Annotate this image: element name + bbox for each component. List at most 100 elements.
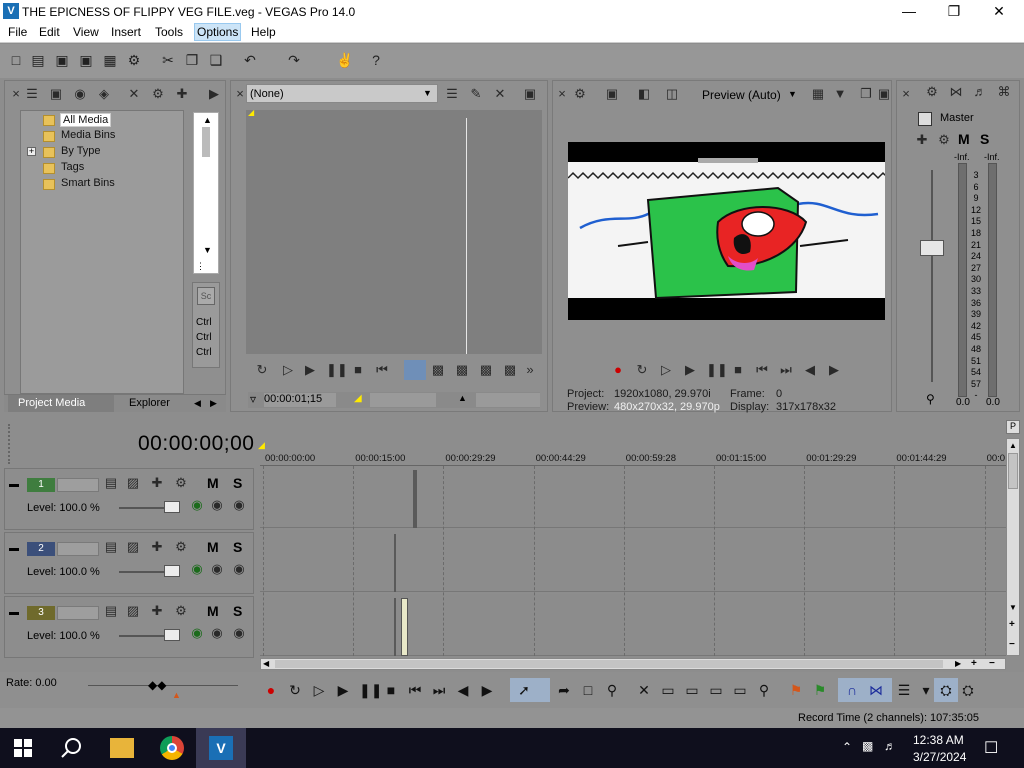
event-edge[interactable] [413, 470, 417, 528]
tray-expand-icon[interactable]: ⌃ [842, 740, 852, 754]
envelope-tool-icon[interactable]: ➦ [556, 682, 572, 698]
composite-mode-icon[interactable]: ◉ [189, 625, 205, 641]
pause-icon[interactable]: ❚❚ [706, 362, 728, 378]
media-fx-icon[interactable]: ✚ [174, 86, 190, 102]
open-icon[interactable]: ▤ [30, 52, 46, 68]
preview-video[interactable] [567, 142, 959, 320]
downmix-icon[interactable]: ⋈ [948, 84, 964, 100]
expand-by-type-icon[interactable]: + [27, 147, 36, 156]
track-motion-icon[interactable]: ▤ [103, 539, 119, 555]
auto-crossfade-icon[interactable]: ⋈ [868, 682, 884, 698]
h-zoom-out-icon[interactable]: − [989, 658, 995, 669]
tab-next-icon[interactable]: ▶ [210, 398, 217, 409]
trim-tool-icon[interactable]: ▩ [478, 362, 494, 378]
trim-start-icon[interactable]: ▭ [684, 682, 700, 698]
chevron-down-icon[interactable]: ▼ [832, 86, 848, 102]
composite-mode-icon[interactable]: ◉ [189, 497, 205, 513]
clock-time[interactable]: 12:38 AM [913, 733, 964, 747]
trimmer-media-select[interactable]: (None) ▼ [246, 84, 438, 103]
play-icon[interactable]: ▶ [682, 362, 698, 378]
zoom-in-icon[interactable]: + [1009, 619, 1015, 630]
redo-icon[interactable]: ↷ [286, 52, 302, 68]
lock-envelopes-icon[interactable]: ⛭ [938, 682, 954, 698]
track-compositing-icon[interactable]: ✚ [149, 539, 165, 555]
track-collapse-icon[interactable]: ▬ [9, 543, 19, 554]
go-to-end-icon[interactable]: ⏭ [431, 682, 447, 698]
mixer-properties-icon[interactable]: ⚙ [924, 84, 940, 100]
track-header-2[interactable]: ▬ 2 ▤ ▨ ✚ ⚙ M S Level: 100.0 % ◉ ◉ ◉ [4, 532, 254, 594]
track-solo-button[interactable]: S [233, 475, 242, 491]
scroll-up-icon[interactable]: ▲ [203, 115, 212, 125]
scroll-up-icon[interactable]: ▲ [1009, 441, 1017, 450]
previous-frame-icon[interactable]: ◀ [455, 682, 471, 698]
timeline-menu-icon[interactable]: P [1006, 420, 1020, 434]
pause-icon[interactable]: ❚❚ [359, 682, 382, 698]
menu-view[interactable]: View [71, 25, 101, 39]
capture-icon[interactable]: ▣ [48, 86, 64, 102]
trim-end-icon[interactable]: ▭ [708, 682, 724, 698]
event-edge[interactable] [394, 598, 396, 656]
tree-item-all-media[interactable]: All Media [60, 113, 112, 127]
side-panel-icon[interactable]: Sc [197, 287, 215, 305]
more-icon[interactable]: » [522, 362, 538, 378]
play-icon[interactable]: ▶ [335, 682, 351, 698]
previous-frame-icon[interactable]: ◀ [802, 362, 818, 378]
scroll-down-icon[interactable]: ▼ [1009, 603, 1017, 612]
split-icon[interactable]: ▭ [732, 682, 748, 698]
parent-icon[interactable]: ◉ [209, 561, 225, 577]
save-as-icon[interactable]: ▣ [78, 52, 94, 68]
rate-thumb-icon[interactable]: ◆◆ [148, 678, 166, 692]
stop-icon[interactable]: ■ [383, 682, 399, 698]
menu-help[interactable]: Help [249, 25, 278, 39]
close-panel-icon[interactable]: × [8, 86, 24, 102]
abc-tool-icon[interactable]: ☰ [444, 86, 460, 102]
enable-snapping-icon[interactable]: ✌ [336, 52, 353, 68]
network-icon[interactable]: ▩ [862, 739, 873, 753]
selection-length-field[interactable] [476, 393, 540, 407]
new-icon[interactable]: □ [8, 52, 24, 68]
close-button[interactable]: ✕ [976, 0, 1022, 22]
track-motion-icon[interactable]: ▤ [103, 603, 119, 619]
track-fx-icon[interactable]: ▨ [125, 475, 141, 491]
clear-trimmer-icon[interactable]: ✕ [492, 86, 508, 102]
more-arrow-icon[interactable]: ▶ [206, 86, 222, 102]
track-name-field[interactable] [57, 606, 99, 620]
menu-edit[interactable]: Edit [37, 25, 62, 39]
loop-icon[interactable]: ↻ [634, 362, 650, 378]
track-level-thumb[interactable] [164, 629, 180, 641]
volume-muted-icon[interactable]: ♬ [884, 739, 896, 753]
trimmer-fx-icon[interactable]: ✎ [468, 86, 484, 102]
remove-media-icon[interactable]: ✕ [126, 86, 142, 102]
minimize-button[interactable]: — [886, 0, 932, 22]
trim-tool-icon[interactable]: ▩ [502, 362, 518, 378]
menu-tools[interactable]: Tools [153, 25, 185, 39]
child-icon[interactable]: ◉ [231, 497, 247, 513]
tab-prev-icon[interactable]: ◀ [194, 398, 201, 409]
preview-quality-select[interactable]: Preview (Auto) [702, 88, 781, 102]
copy-icon[interactable]: ❐ [184, 52, 200, 68]
track-mute-button[interactable]: M [207, 475, 219, 491]
add-to-timeline-button[interactable] [404, 360, 426, 380]
media-properties-icon[interactable]: ⚙ [150, 86, 166, 102]
normal-edit-tool-icon[interactable]: ➚ [516, 682, 532, 698]
trimmer-history-icon[interactable]: ▣ [522, 86, 538, 102]
search-icon[interactable] [60, 736, 84, 760]
split-screen-icon[interactable]: ◧ [636, 86, 652, 102]
go-to-start-icon[interactable]: ⏮ [754, 362, 770, 378]
master-solo-button[interactable]: S [980, 131, 989, 147]
media-scrollbar[interactable]: ▲ ▼ ⋮ [193, 112, 219, 274]
in-point-field[interactable] [370, 393, 436, 407]
insert-marker-icon[interactable]: ⚑ [788, 682, 804, 698]
save-snapshot-icon[interactable]: ▣ [876, 86, 892, 102]
grid-icon[interactable]: ▦ [810, 86, 826, 102]
track-level-thumb[interactable] [164, 565, 180, 577]
globe-icon[interactable]: ◈ [96, 86, 112, 102]
external-monitor-icon[interactable]: ▣ [604, 86, 620, 102]
tree-item-tags[interactable]: Tags [61, 161, 84, 173]
h-zoom-in-icon[interactable]: + [971, 658, 977, 669]
trim-icon[interactable]: ▭ [660, 682, 676, 698]
track-solo-button[interactable]: S [233, 603, 242, 619]
undo-icon[interactable]: ↶ [242, 52, 258, 68]
tree-item-by-type[interactable]: By Type [61, 145, 101, 157]
play-from-start-icon[interactable]: ▷ [311, 682, 327, 698]
